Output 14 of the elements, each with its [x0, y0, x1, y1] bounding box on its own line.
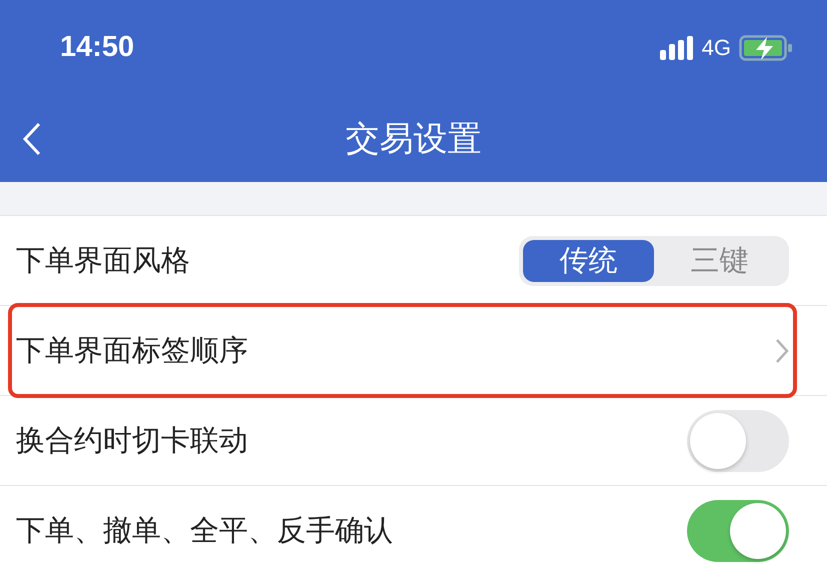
status-time: 14:50	[60, 31, 134, 64]
network-type: 4G	[702, 34, 731, 60]
setting-label: 下单界面风格	[16, 242, 190, 278]
battery-charging-icon	[739, 34, 793, 60]
settings-row[interactable]: 下单界面标签顺序	[0, 306, 827, 396]
signal-icon	[660, 36, 694, 60]
segment-option[interactable]: 三键	[654, 240, 785, 282]
back-button[interactable]	[22, 122, 42, 156]
page-title: 交易设置	[346, 118, 482, 160]
setting-label: 下单界面标签顺序	[16, 332, 248, 368]
segment-option[interactable]: 传统	[523, 240, 654, 282]
setting-label: 换合约时切卡联动	[16, 422, 248, 458]
chevron-right-icon	[775, 338, 789, 364]
setting-label: 下单、撤单、全平、反手确认	[16, 512, 393, 548]
